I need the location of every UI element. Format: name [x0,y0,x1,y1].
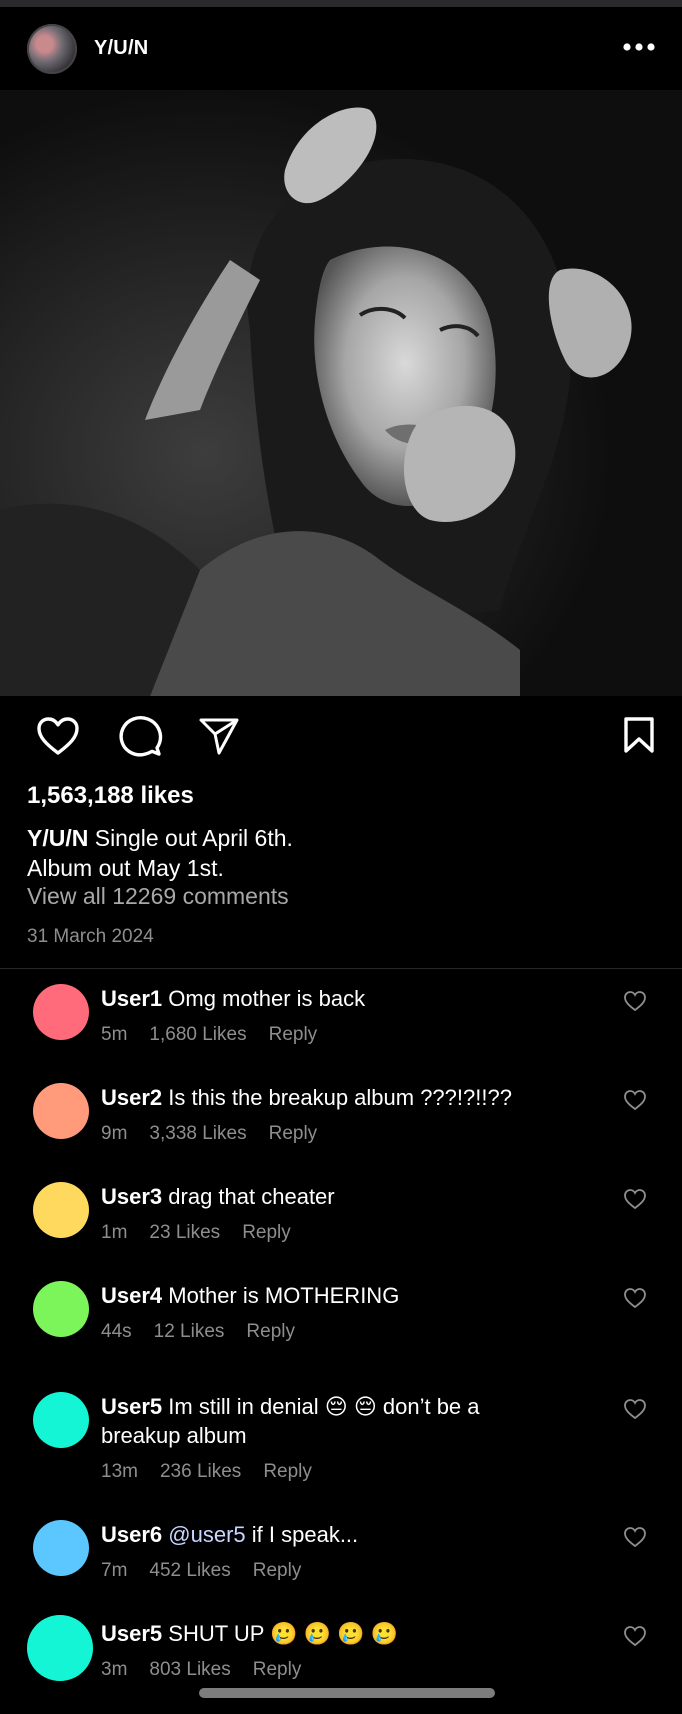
comment-meta: 7m 452 Likes Reply [101,1560,323,1582]
portrait-image [0,90,682,696]
reply-button[interactable]: Reply [269,1123,318,1144]
comment-body: drag that cheater [168,1184,335,1209]
comment-likes[interactable]: 12 Likes [154,1321,225,1342]
avatar[interactable] [33,1182,89,1238]
comment-likes[interactable]: 236 Likes [160,1461,241,1482]
reply-button[interactable]: Reply [253,1560,302,1581]
reply-button[interactable]: Reply [269,1024,318,1045]
comment-heart-icon[interactable] [623,1625,647,1647]
post-header: Y/U/N [0,7,682,90]
status-strip [0,0,682,7]
post-username[interactable]: Y/U/N [94,37,148,60]
comment-body: Omg mother is back [168,986,366,1011]
comment-body: Mother is MOTHERING [168,1283,400,1308]
comment-text: User1 Omg mother is back [101,984,561,1013]
home-indicator[interactable] [199,1688,495,1698]
comment-time: 5m [101,1024,128,1045]
comment-heart-icon[interactable] [623,1089,647,1111]
comment-heart-icon[interactable] [623,1398,647,1420]
avatar[interactable] [33,1083,89,1139]
mention-link[interactable]: @user5 [168,1522,245,1547]
post-date: 31 March 2024 [27,926,154,947]
comment-meta: 1m 23 Likes Reply [101,1222,313,1244]
comment-likes[interactable]: 3,338 Likes [149,1123,246,1144]
avatar[interactable] [27,24,77,74]
reply-button[interactable]: Reply [242,1222,291,1243]
more-icon[interactable] [622,37,656,57]
reply-button[interactable]: Reply [263,1461,312,1482]
bookmark-icon[interactable] [623,716,655,754]
comment-heart-icon[interactable] [623,990,647,1012]
comment-likes[interactable]: 452 Likes [149,1560,230,1581]
post-actions [0,696,682,776]
send-icon[interactable] [198,716,240,756]
comment-username[interactable]: User2 [101,1085,162,1110]
caption-line-1: Single out April 6th. [94,825,293,851]
comment-time: 3m [101,1659,128,1680]
comment-likes[interactable]: 23 Likes [149,1222,220,1243]
comment-time: 44s [101,1321,132,1342]
comment-body: if I speak... [251,1522,359,1547]
comment-meta: 44s 12 Likes Reply [101,1321,317,1343]
comment-heart-icon[interactable] [623,1287,647,1309]
comment-heart-icon[interactable] [623,1526,647,1548]
comment-heart-icon[interactable] [623,1188,647,1210]
comment-meta: 9m 3,338 Likes Reply [101,1123,339,1145]
comment-username[interactable]: User1 [101,986,162,1011]
comment-time: 9m [101,1123,128,1144]
divider [0,968,682,969]
avatar[interactable] [33,1392,89,1448]
comment-username[interactable]: User6 [101,1522,162,1547]
comment-meta: 3m 803 Likes Reply [101,1659,323,1681]
comment-likes[interactable]: 803 Likes [149,1659,230,1680]
comment-body: Is this the breakup album ???!?!!?? [168,1085,512,1110]
comment-text: User5 Im still in denial 😔 😔 don’t be a … [101,1392,561,1450]
comment-username[interactable]: User5 [101,1394,162,1419]
caption-line-2: Album out May 1st. [27,855,224,881]
post-caption: Y/U/N Single out April 6th. Album out Ma… [27,823,647,883]
reply-button[interactable]: Reply [246,1321,295,1342]
comment-time: 13m [101,1461,138,1482]
comment-body: SHUT UP 🥲 🥲 🥲 🥲 [168,1621,399,1646]
comment-username[interactable]: User5 [101,1621,162,1646]
avatar[interactable] [33,1520,89,1576]
comment-text: User5 SHUT UP 🥲 🥲 🥲 🥲 [101,1619,561,1648]
comment-text: User6 @user5 if I speak... [101,1520,561,1549]
comment-username[interactable]: User4 [101,1283,162,1308]
avatar[interactable] [27,1615,93,1681]
comment-icon[interactable] [117,714,163,758]
avatar[interactable] [33,1281,89,1337]
comment-text: User2 Is this the breakup album ???!?!!?… [101,1083,571,1112]
caption-username[interactable]: Y/U/N [27,825,88,851]
post-photo[interactable] [0,90,682,696]
comment-time: 7m [101,1560,128,1581]
view-all-comments-link[interactable]: View all 12269 comments [27,883,289,910]
likes-count[interactable]: 1,563,188 likes [27,782,194,810]
comment-text: User4 Mother is MOTHERING [101,1281,561,1310]
avatar[interactable] [33,984,89,1040]
comment-text: User3 drag that cheater [101,1182,561,1211]
reply-button[interactable]: Reply [253,1659,302,1680]
comment-meta: 13m 236 Likes Reply [101,1461,334,1483]
comment-meta: 5m 1,680 Likes Reply [101,1024,339,1046]
comment-username[interactable]: User3 [101,1184,162,1209]
heart-icon[interactable] [36,716,80,756]
comment-time: 1m [101,1222,128,1243]
comment-likes[interactable]: 1,680 Likes [149,1024,246,1045]
